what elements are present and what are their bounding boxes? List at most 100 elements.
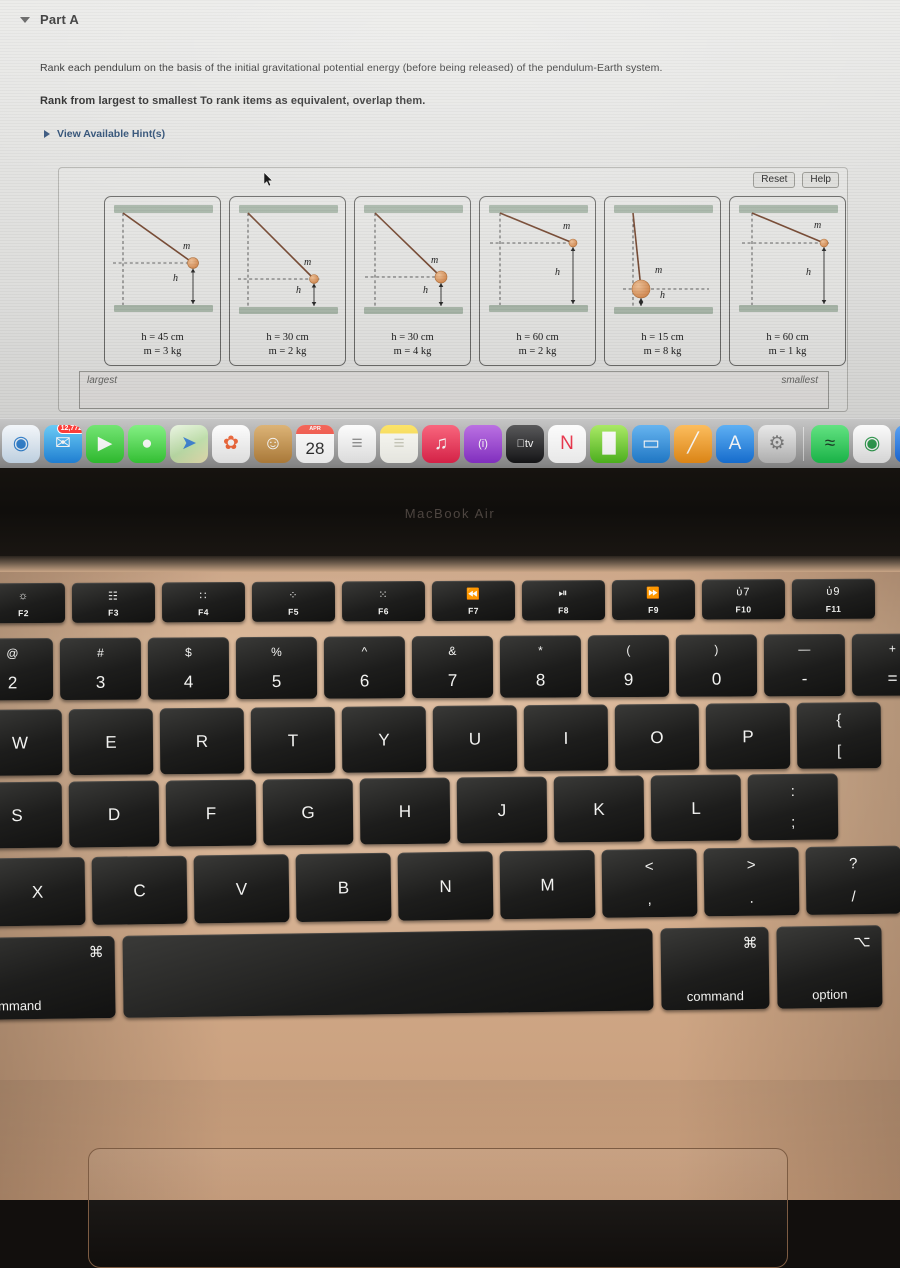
macos-dock[interactable]: ◉ ✉12,772 ▶ ● ➤ ✿ ☺ APR 28 ≡ ≡ ♫ (i) tv N █ ▭ ╱ A ⚙ ≈ ◉ ▶ (0, 418, 900, 468)
key-f9[interactable]: ⏩ F9 (611, 579, 696, 621)
facetime-icon[interactable]: ▶ (86, 424, 124, 463)
key-r[interactable]: R (159, 707, 245, 775)
reset-button[interactable]: Reset (753, 172, 796, 188)
key-s[interactable]: S (0, 781, 63, 849)
keyboard-row[interactable]: S D F G H J K L:; (0, 773, 839, 849)
key-n[interactable]: N (397, 851, 494, 921)
key-f2[interactable]: ☼ F2 (0, 582, 66, 624)
key-c[interactable]: C (91, 855, 188, 925)
messages-icon[interactable]: ● (128, 424, 166, 463)
key-0[interactable]: ) 0 (675, 634, 758, 697)
key-b[interactable]: B (295, 852, 392, 923)
key-f10[interactable]: ὐ7 F10 (701, 579, 786, 620)
chrome-icon[interactable]: ◉ (853, 424, 891, 463)
keyboard-row[interactable]: ⌘ command ⌘ command ⌥ option (0, 925, 883, 1021)
mail-icon[interactable]: ✉ 12,772 (44, 424, 82, 463)
key-f6[interactable]: ⁙ F6 (341, 581, 426, 622)
key-l[interactable]: L (650, 774, 742, 842)
key-k[interactable]: K (553, 775, 645, 843)
key-=[interactable]: + = (851, 633, 900, 696)
appstore-icon[interactable]: A (716, 424, 754, 463)
part-header[interactable]: Part A (20, 12, 79, 27)
key-[interactable]: <, (601, 848, 698, 918)
safari-icon[interactable]: ◉ (2, 424, 40, 463)
pendulum-card[interactable]: mhh = 60 cm m = 1 kg (729, 196, 846, 366)
chevron-down-icon[interactable] (20, 16, 30, 23)
key-7[interactable]: & 7 (411, 635, 494, 699)
reminders-icon[interactable]: ≡ (338, 424, 376, 463)
key-u[interactable]: U (432, 705, 518, 772)
key-3[interactable]: #3 (59, 637, 142, 701)
key-space[interactable] (122, 928, 654, 1018)
key-i[interactable]: I (523, 704, 609, 772)
view-hints-link[interactable]: View Available Hint(s) (57, 128, 165, 140)
key-[interactable]: >. (703, 847, 800, 917)
key-v[interactable]: V (193, 854, 290, 924)
key-6[interactable]: ^ 6 (323, 636, 406, 699)
key-f3[interactable]: ☷ F3 (71, 582, 156, 623)
pendulum-height-label: h = 30 cm (391, 331, 434, 343)
key-command[interactable]: ⌘ command (660, 926, 770, 1011)
key-h[interactable]: H (359, 777, 451, 845)
maps-icon[interactable]: ➤ (170, 424, 208, 463)
pendulum-card[interactable]: mhh = 60 cm m = 2 kg (479, 196, 596, 366)
key-p[interactable]: P (705, 702, 791, 770)
numbers-icon[interactable]: █ (590, 424, 628, 463)
key-4[interactable]: $4 (147, 637, 230, 700)
key-y[interactable]: Y (341, 706, 427, 773)
key-t[interactable]: T (250, 706, 336, 774)
spotify-icon[interactable]: ≈ (811, 424, 849, 463)
pendulum-card[interactable]: mhh = 30 cm m = 4 kg (354, 196, 471, 366)
key-f7[interactable]: ⏪ F7 (431, 580, 516, 621)
key-g[interactable]: G (262, 778, 354, 846)
keynote-icon[interactable]: ▭ (632, 424, 670, 463)
photos-icon[interactable]: ✿ (212, 424, 250, 463)
key-f4[interactable]: ∷ F4 (161, 581, 246, 623)
keyboard[interactable]: ☼ F2 ☷ F3 ∷ F4 ⁘ F5 ⁙ F6 ⏪ F7 ⏯ F8 ⏩ F9 ὐ7 F10 ὐ9 F11 @2 #3 $4… (0, 566, 900, 1096)
key-f5[interactable]: ⁘ F5 (251, 581, 336, 622)
pendulum-card[interactable]: mhh = 30 cm m = 2 kg (229, 196, 346, 366)
calendar-icon[interactable]: APR 28 (296, 424, 334, 463)
key--[interactable]: — - (763, 633, 846, 697)
key-d[interactable]: D (68, 780, 160, 848)
appletv-icon[interactable]: tv (506, 424, 544, 463)
key-[interactable]: {[ (796, 702, 882, 769)
keyboard-row[interactable]: ☼ F2 ☷ F3 ∷ F4 ⁘ F5 ⁙ F6 ⏪ F7 ⏯ F8 ⏩ F9 ὐ7 F10 ὐ9 F11 (0, 578, 876, 624)
key-[interactable]: ? / (805, 845, 900, 915)
key-9[interactable]: (9 (587, 634, 670, 698)
pendulum-card[interactable]: mhh = 15 cm m = 8 kg (604, 196, 721, 366)
key-8[interactable]: * 8 (499, 635, 582, 698)
music-icon[interactable]: ♫ (422, 424, 460, 463)
podcasts-icon[interactable]: (i) (464, 424, 502, 463)
chevron-right-icon[interactable] (44, 130, 50, 138)
ranking-dropzone[interactable]: largest smallest (79, 371, 829, 409)
key-[interactable]: :; (747, 773, 839, 841)
keyboard-row[interactable]: X C V B N M <, >.? / (0, 845, 900, 927)
pages-icon[interactable]: ╱ (674, 424, 712, 463)
pendulum-card[interactable]: mhh = 45 cm m = 3 kg (104, 196, 221, 366)
key-f[interactable]: F (165, 779, 257, 847)
key-e[interactable]: E (68, 708, 154, 776)
notes-icon[interactable]: ≡ (380, 424, 418, 463)
help-button[interactable]: Help (802, 172, 839, 188)
zoom-icon[interactable]: ▶ (895, 424, 900, 463)
key-x[interactable]: X (0, 857, 86, 927)
key-f8[interactable]: ⏯ F8 (521, 580, 606, 621)
contacts-icon[interactable]: ☺ (254, 424, 292, 463)
key-command[interactable]: ⌘ command (0, 935, 116, 1021)
key-base-glyph: 0 (711, 669, 722, 689)
key-m[interactable]: M (499, 849, 596, 920)
key-2[interactable]: @2 (0, 638, 54, 701)
keyboard-row[interactable]: W E R T Y U I O P{[ (0, 702, 882, 776)
key-j[interactable]: J (456, 776, 548, 844)
key-option[interactable]: ⌥ option (776, 925, 883, 1009)
key-w[interactable]: W (0, 709, 63, 776)
news-icon[interactable]: N (548, 424, 586, 463)
settings-icon[interactable]: ⚙ (758, 424, 796, 463)
key-f11[interactable]: ὐ9 F11 (791, 578, 876, 620)
key-o[interactable]: O (614, 703, 700, 771)
trackpad[interactable] (88, 1148, 788, 1268)
view-hints-row[interactable]: View Available Hint(s) (44, 128, 165, 140)
keyboard-row[interactable]: @2 #3 $4% 5 ^ 6 & 7 * 8(9) 0— - + = (0, 633, 900, 701)
key-5[interactable]: % 5 (235, 636, 318, 700)
